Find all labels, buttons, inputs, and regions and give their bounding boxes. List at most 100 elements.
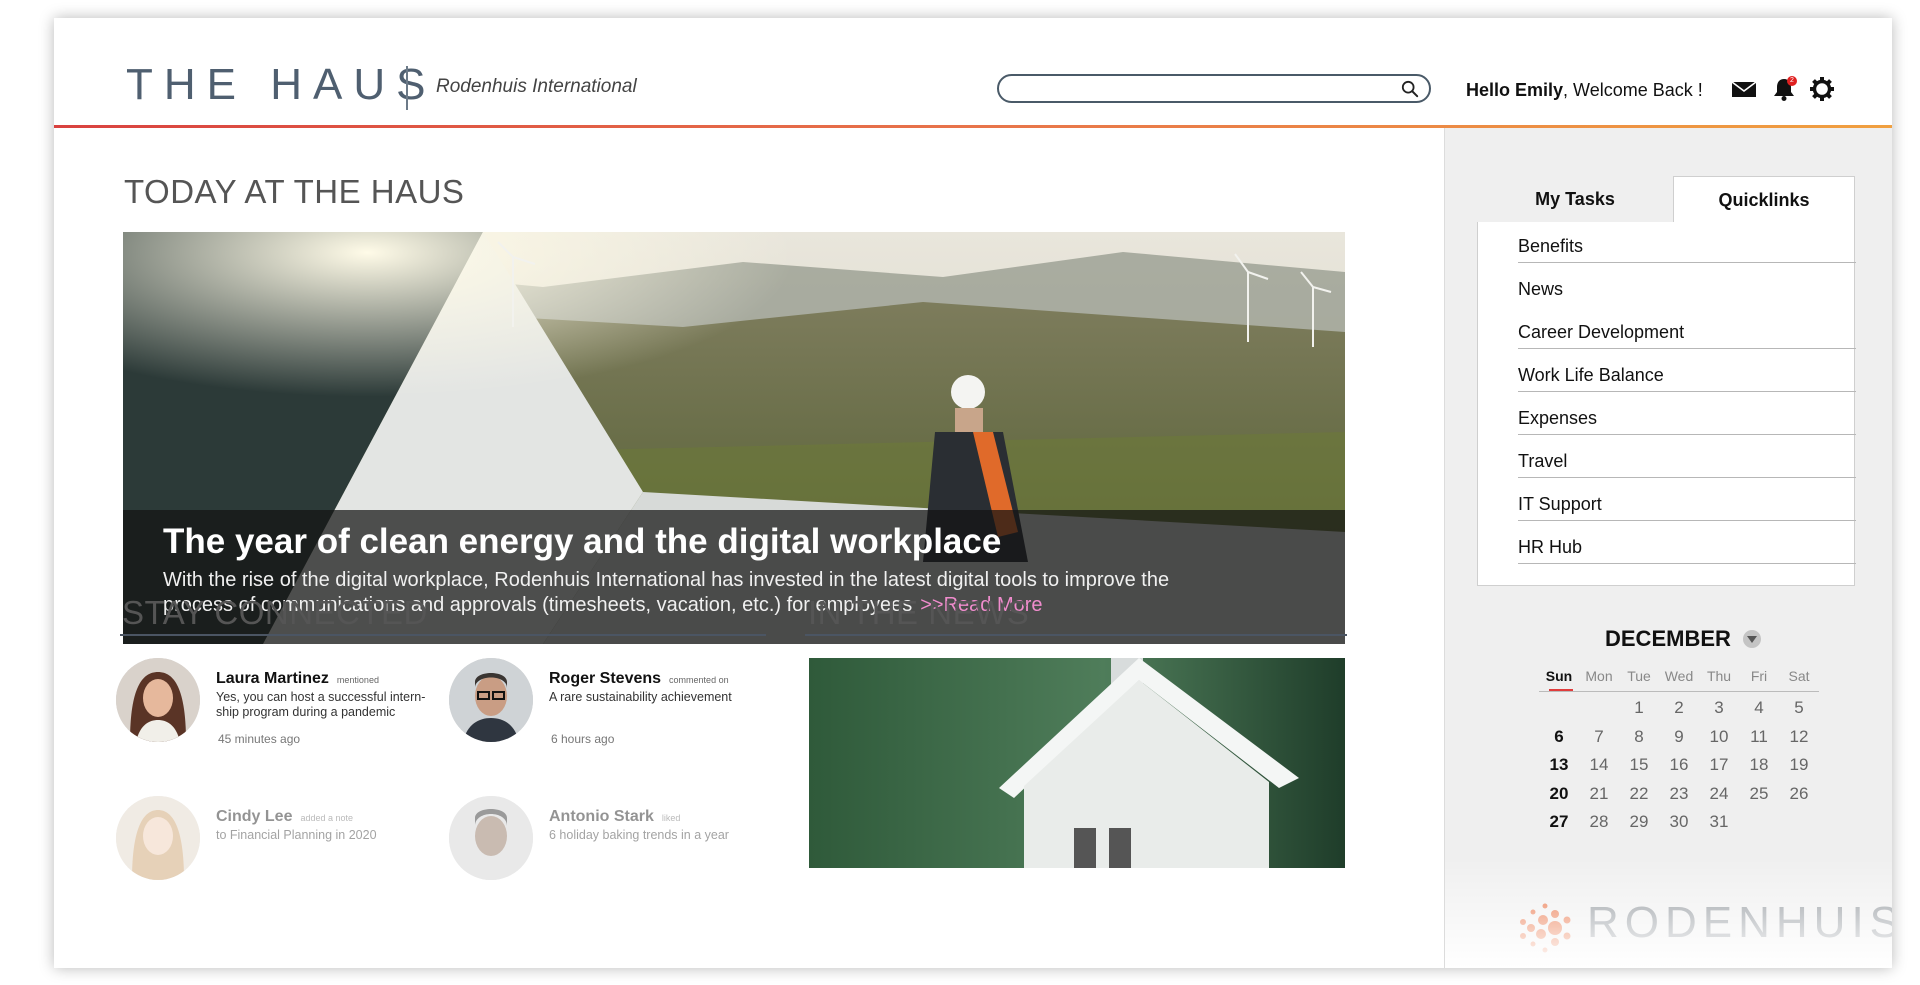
quicklink-it-support[interactable]: IT Support — [1518, 480, 1856, 521]
quicklink-benefits[interactable]: Benefits — [1518, 222, 1856, 263]
avatar[interactable] — [449, 796, 533, 880]
activity-item[interactable]: Roger Stevens commented on A rare sustain… — [449, 658, 769, 748]
search-icon[interactable] — [1401, 80, 1419, 98]
weekday-label: Fri — [1750, 668, 1768, 684]
activity-time: 45 minutes ago — [218, 732, 301, 746]
in-the-news-divider — [805, 634, 1347, 636]
today-section-title: TODAY AT THE HAUS — [124, 173, 465, 210]
person-name-text: Antonio Stark — [549, 808, 654, 825]
activity-message[interactable]: to Financial Planning in 2020 — [216, 828, 441, 843]
calendar-month: DECEMBER — [1605, 626, 1731, 651]
calendar-day[interactable]: 4 — [1739, 698, 1779, 718]
top-header: THE HAUS Rodenhuis International Hello E… — [54, 18, 1892, 128]
rodenhuis-logo: RODENHUIS — [1515, 898, 1892, 958]
calendar-day[interactable]: 13 — [1539, 755, 1579, 775]
activity-action: commented on — [669, 675, 729, 685]
site-logo[interactable]: THE HAUS — [126, 60, 436, 110]
activity-message[interactable]: 6 holiday baking trends in a year — [549, 828, 774, 843]
hero-banner[interactable]: The year of clean energy and the digital… — [123, 232, 1345, 644]
avatar[interactable] — [116, 796, 200, 880]
calendar-day[interactable]: 14 — [1579, 755, 1619, 775]
quicklink-work-life-balance[interactable]: Work Life Balance — [1518, 351, 1856, 392]
chevron-down-icon[interactable] — [1743, 630, 1761, 648]
sidebar-tabs: My Tasks Quicklinks — [1477, 176, 1855, 222]
activity-action: liked — [661, 813, 681, 823]
activity-item[interactable]: Laura Martinez mentioned Yes, you can hos… — [116, 658, 436, 748]
calendar-day[interactable]: 7 — [1579, 727, 1619, 747]
person-name-text: Laura Martinez — [216, 670, 329, 687]
calendar-day[interactable]: 23 — [1659, 784, 1699, 804]
calendar-day[interactable]: 16 — [1659, 755, 1699, 775]
calendar-day[interactable]: 26 — [1779, 784, 1819, 804]
calendar-day[interactable]: 21 — [1579, 784, 1619, 804]
calendar-day[interactable]: 20 — [1539, 784, 1579, 804]
person-name-text: Cindy Lee — [216, 808, 293, 825]
calendar-day[interactable]: 8 — [1619, 727, 1659, 747]
calendar-day[interactable]: 9 — [1659, 727, 1699, 747]
person-name[interactable]: Roger Stevens commented on — [549, 670, 729, 688]
person-name[interactable]: Antonio Stark liked — [549, 808, 680, 826]
calendar-day[interactable]: 6 — [1539, 727, 1579, 747]
calendar-week-row: 27 28 29 30 31 — [1539, 810, 1819, 839]
calendar-day[interactable]: 1 — [1619, 698, 1659, 718]
in-the-news-title: IN THE NEWS — [808, 594, 1030, 631]
calendar-day[interactable]: 25 — [1739, 784, 1779, 804]
news-article-image[interactable] — [809, 658, 1345, 868]
weekday-label: Tue — [1627, 668, 1651, 684]
calendar-day[interactable]: 11 — [1739, 727, 1779, 747]
calendar-day[interactable]: 29 — [1619, 812, 1659, 832]
quicklink-travel[interactable]: Travel — [1518, 437, 1856, 478]
brand-wordmark: RODENHUIS — [1587, 898, 1892, 947]
calendar-day[interactable]: 30 — [1659, 812, 1699, 832]
activity-item[interactable]: Antonio Stark liked 6 holiday baking tren… — [449, 796, 769, 886]
activity-message[interactable]: A rare sustainability achievement — [549, 690, 774, 705]
quicklink-hr-hub[interactable]: HR Hub — [1518, 523, 1856, 564]
weekday-label: Thu — [1706, 668, 1732, 684]
org-name: Rodenhuis International — [436, 76, 637, 97]
calendar-day[interactable]: 2 — [1659, 698, 1699, 718]
activity-item[interactable]: Cindy Lee added a note to Financial Plann… — [116, 796, 436, 886]
activity-action: added a note — [300, 813, 354, 823]
activity-action: mentioned — [336, 675, 379, 685]
avatar[interactable] — [116, 658, 200, 742]
weekday-label: Sat — [1788, 668, 1810, 684]
calendar-week-row: 6 7 8 9 10 11 12 — [1539, 725, 1819, 754]
calendar-week-row: 13 14 15 16 17 18 19 — [1539, 753, 1819, 782]
quicklinks-panel: Benefits News Career Development Work Li… — [1477, 222, 1856, 586]
quicklink-career-development[interactable]: Career Development — [1518, 308, 1856, 349]
calendar-day[interactable]: 18 — [1739, 755, 1779, 775]
calendar-day[interactable]: 5 — [1779, 698, 1819, 718]
hero-headline[interactable]: The year of clean energy and the digital… — [163, 522, 1001, 562]
calendar-day[interactable]: 10 — [1699, 727, 1739, 747]
tab-my-tasks[interactable]: My Tasks — [1477, 176, 1673, 222]
notification-badge: 2 — [1787, 76, 1797, 86]
calendar-day[interactable]: 27 — [1539, 812, 1579, 832]
house-image — [809, 658, 1345, 868]
content-fade — [54, 878, 1444, 968]
person-name[interactable]: Laura Martinez mentioned — [216, 670, 379, 688]
search-input[interactable] — [1011, 79, 1391, 99]
calendar-week-row: 12345 — [1539, 696, 1819, 725]
tab-quicklinks[interactable]: Quicklinks — [1673, 176, 1855, 222]
avatar[interactable] — [449, 658, 533, 742]
calendar-weekday-row: Sun Mon Tue Wed Thu Fri Sat — [1539, 668, 1819, 692]
activity-message[interactable]: Yes, you can host a successful intern-sh… — [216, 690, 441, 720]
calendar-day[interactable]: 15 — [1619, 755, 1659, 775]
calendar-day[interactable]: 22 — [1619, 784, 1659, 804]
calendar-day[interactable]: 12 — [1779, 727, 1819, 747]
activity-time: 6 hours ago — [551, 732, 615, 746]
calendar-day[interactable]: 17 — [1699, 755, 1739, 775]
person-name[interactable]: Cindy Lee added a note — [216, 808, 353, 826]
search-box[interactable] — [997, 74, 1431, 103]
calendar-day[interactable]: 28 — [1579, 812, 1619, 832]
quicklink-news[interactable]: News — [1518, 265, 1856, 306]
greeting-text: , Welcome Back ! — [1563, 80, 1703, 100]
calendar-day[interactable]: 24 — [1699, 784, 1739, 804]
quicklink-expenses[interactable]: Expenses — [1518, 394, 1856, 435]
calendar-day[interactable]: 31 — [1699, 812, 1739, 832]
weekday-label: Sun — [1545, 668, 1573, 684]
calendar-day[interactable]: 3 — [1699, 698, 1739, 718]
calendar-day[interactable]: 19 — [1779, 755, 1819, 775]
gear-icon[interactable] — [1808, 76, 1836, 102]
mail-icon[interactable] — [1730, 76, 1758, 102]
